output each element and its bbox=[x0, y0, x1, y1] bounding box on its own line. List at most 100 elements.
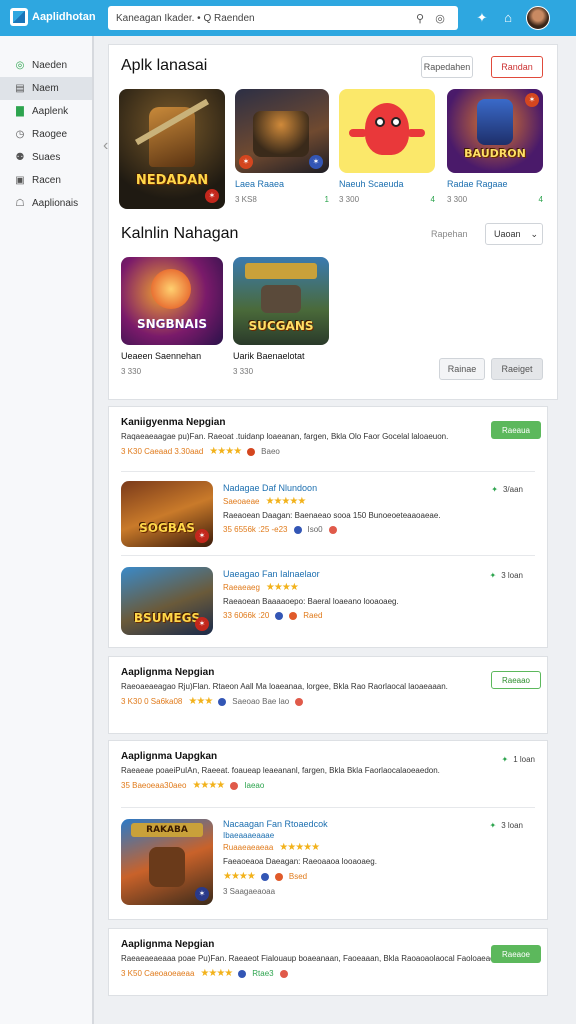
sidebar-item-naem[interactable]: ▤ Naem bbox=[0, 77, 92, 100]
badge-icon: ✶ bbox=[195, 887, 209, 901]
dropdown-value: Uaoan bbox=[494, 229, 521, 239]
warrior-figure bbox=[149, 847, 185, 887]
list-item[interactable]: BSUMEGS ✶ Uaeagao Fan Ialnaelaor Raeaeae… bbox=[121, 565, 535, 635]
see-all-link[interactable]: Rapehan bbox=[431, 229, 468, 239]
puzzle-icon[interactable]: ✦ bbox=[474, 10, 490, 26]
item-date: ✦ 3 loan bbox=[490, 821, 524, 830]
chart-icon: ▇ bbox=[16, 106, 24, 117]
item-title: Nacaagan Fan Rtoaedcok bbox=[223, 819, 328, 829]
tile-size: 3 330 bbox=[121, 367, 142, 376]
divider bbox=[121, 555, 535, 556]
game-art-title: RAKABA bbox=[146, 825, 188, 835]
section-title: Aplk lanasai bbox=[121, 57, 208, 74]
list-item[interactable]: Aaplignma Nepgian Raeoaeaeagao Rju)Flan.… bbox=[121, 667, 535, 707]
rating-stars: ★★★★ bbox=[223, 871, 256, 882]
sidebar-item-raogee[interactable]: ◷ Raogee bbox=[0, 123, 92, 146]
sidebar-item-aaplionais[interactable]: ☖ Aaplionais bbox=[0, 192, 92, 215]
tile-name: Naeuh Scaeuda bbox=[339, 179, 404, 189]
list-item[interactable]: Aaplignma Nepgian Raeaeaeaeaaa poae Pu)F… bbox=[121, 939, 535, 979]
featured-tile[interactable]: NEDADAN ✶ bbox=[119, 89, 225, 209]
red-dot-icon bbox=[230, 781, 239, 790]
list-item[interactable]: Aaplignma Uapgkan Raeaeae poaeiPuIAn, Ra… bbox=[121, 751, 535, 791]
search-icon[interactable]: ⚲ bbox=[410, 12, 430, 25]
item-meta: ★★★★ Bsed bbox=[223, 871, 473, 882]
eye-shape bbox=[375, 117, 385, 127]
battle-figures bbox=[253, 111, 309, 157]
item-sub: Ibaeaaaeaaae bbox=[223, 831, 473, 840]
globe-icon[interactable]: ◎ bbox=[430, 12, 450, 25]
item-size: 33 6066k :20 bbox=[223, 611, 270, 620]
item-desc: Raeaoean Baaaaoepo: Baeral loaeano looao… bbox=[223, 597, 399, 606]
red-monster bbox=[365, 103, 409, 155]
sidebar-item-label: Naem bbox=[32, 83, 59, 94]
install-button[interactable]: Raeaoe bbox=[491, 945, 541, 963]
item-meta: 33 6066k :20 Raed bbox=[223, 611, 473, 620]
item-category: Ibaeaaaeaaae bbox=[223, 831, 275, 840]
logo-mark-icon bbox=[10, 8, 28, 26]
install-button[interactable]: Raeaao bbox=[491, 671, 541, 689]
green-up-icon: ✦ bbox=[489, 821, 497, 830]
item-size: 3 K50 Caeoaoeaeaa bbox=[121, 969, 195, 978]
blue-dot-icon bbox=[218, 697, 227, 706]
avatar[interactable] bbox=[526, 6, 550, 30]
search-input[interactable]: Kaneagan Ikader. • Q Raenden ⚲ ◎ bbox=[108, 6, 458, 30]
chevron-left-icon[interactable]: ‹ bbox=[103, 137, 108, 155]
item-desc: Raeaoean Daagan: Baenaeao sooa 150 Bunoe… bbox=[223, 511, 441, 520]
sidebar-item-racen[interactable]: ▣ Racen bbox=[0, 169, 92, 192]
sidebar-item-naeden[interactable]: ◎ Naeden bbox=[0, 54, 92, 77]
red-dot-icon bbox=[274, 872, 283, 881]
primary-button[interactable]: Randan bbox=[491, 56, 543, 78]
item-tag: Rtae3 bbox=[252, 969, 274, 978]
store-icon[interactable]: ⌂ bbox=[500, 10, 516, 26]
list-item[interactable]: SOGBAS ✶ Nadagae Daf Nlundoon Saeoaeae ★★… bbox=[121, 479, 535, 547]
item-date: ✦ 3/aan bbox=[491, 485, 523, 494]
item-size: 35 Baeoeaa30aeo bbox=[121, 781, 187, 790]
item-size: 35 6556k :25 -e23 bbox=[223, 525, 288, 534]
install-button[interactable]: Raeaua bbox=[491, 421, 541, 439]
featured-tile[interactable]: ✶ ✶ Laea Raaea 3 KS8 1 bbox=[235, 89, 329, 204]
blue-dot-icon bbox=[238, 969, 247, 978]
tile-meta: 3 330 bbox=[233, 367, 329, 376]
item-tag: Bsed bbox=[288, 872, 308, 881]
list-item[interactable]: Kaniigyenma Nepgian Raqaeaeaagae pu)Fan.… bbox=[121, 417, 535, 457]
app-list-section: Aaplignma Nepgian Raeaeaeaeaaa poae Pu)F… bbox=[108, 928, 548, 996]
pager-next-button[interactable]: Raeiget bbox=[491, 358, 543, 380]
item-date: ✦ 3 loan bbox=[490, 571, 524, 580]
game-art-title: SNGBNAIS bbox=[136, 317, 208, 331]
title-banner bbox=[245, 263, 317, 279]
divider bbox=[121, 807, 535, 808]
featured-tile[interactable]: Naeuh Scaeuda 3 300 4 bbox=[339, 89, 435, 204]
sort-dropdown[interactable]: Uaoan ⌄ bbox=[485, 223, 543, 245]
featured-tile[interactable]: BAUDRON ✶ Radae Ragaae 3 300 4 bbox=[447, 89, 543, 204]
explosion-shape bbox=[151, 269, 191, 309]
sidebar-item-label: Suaes bbox=[32, 152, 61, 163]
app-list-section: Kaniigyenma Nepgian Raqaeaeaagae pu)Fan.… bbox=[108, 406, 548, 648]
app-logo[interactable]: Aaplidhotan bbox=[10, 8, 96, 26]
clock-icon: ◷ bbox=[15, 129, 25, 140]
logo-text: Aaplidhotan bbox=[32, 11, 96, 23]
list-item[interactable]: RAKABA ✶ Nacaagan Fan Rtoaedcok Ibaeaaae… bbox=[121, 817, 535, 905]
red-dot-icon bbox=[289, 611, 298, 620]
sidebar: ◎ Naeden ▤ Naem ▇ Aaplenk ◷ Raogee ⚉ Suaes ▣ R… bbox=[0, 36, 94, 1024]
pager-prev-button[interactable]: Rainae bbox=[439, 358, 485, 380]
arm-shape bbox=[349, 129, 367, 137]
item-desc: Raeaeaeaeaaa poae Pu)Fan. Raeaeot Fialou… bbox=[121, 954, 497, 963]
sidebar-item-aaplenk[interactable]: ▇ Aaplenk bbox=[0, 100, 92, 123]
item-desc: Raqaeaeaagae pu)Fan. Raeoat .tuidanp loa… bbox=[121, 432, 449, 441]
item-desc: Faeaoeaoa Daeagan: Raeoaaoa looaoaeg. bbox=[223, 857, 377, 866]
tile-name: Ueaeen Saennehan bbox=[121, 351, 202, 361]
game-tile[interactable]: SNGBNAIS Ueaeen Saennehan 3 330 bbox=[121, 257, 223, 376]
tile-name: Uarik Baenaelotat bbox=[233, 351, 305, 361]
game-thumbnail: SOGBAS ✶ bbox=[121, 481, 213, 547]
game-tile[interactable]: SUCGANS Uarik Baenaelotat 3 330 bbox=[233, 257, 329, 376]
item-tag: Iso0 bbox=[307, 525, 323, 534]
tile-size: 3 330 bbox=[233, 367, 254, 376]
item-tag: Baeo bbox=[261, 447, 280, 456]
game-art: ✶ ✶ bbox=[235, 89, 329, 173]
secondary-button[interactable]: Rapedahen bbox=[421, 56, 473, 78]
search-text: Kaneagan Ikader. • Q Raenden bbox=[116, 12, 255, 24]
rating-stars: ★★★★ bbox=[209, 446, 242, 457]
sidebar-item-suaes[interactable]: ⚉ Suaes bbox=[0, 146, 92, 169]
tile-meta: 3 300 4 bbox=[339, 195, 435, 204]
item-category: Saeoaeae bbox=[223, 497, 260, 506]
